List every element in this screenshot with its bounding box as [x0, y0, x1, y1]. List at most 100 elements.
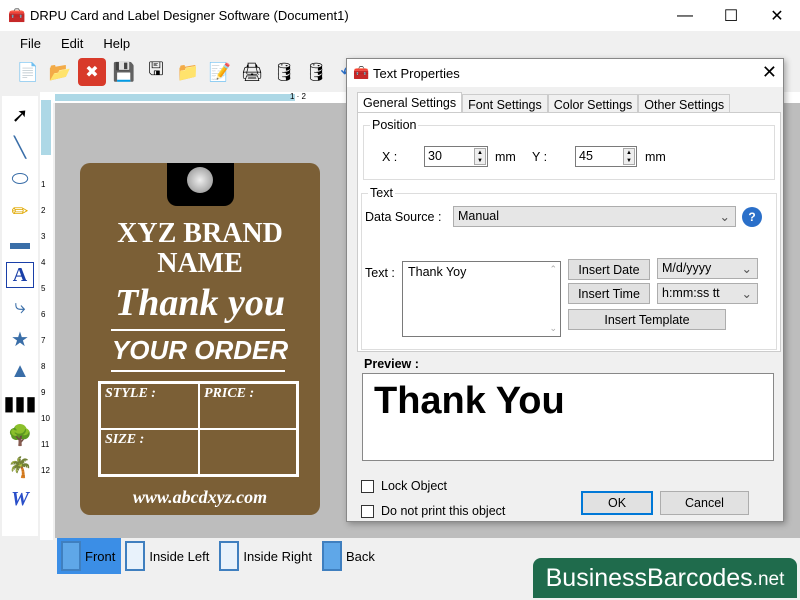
- curve-icon[interactable]: ⤷: [6, 294, 34, 320]
- book-open-icon: [219, 541, 240, 571]
- lock-object-checkbox[interactable]: Lock Object: [361, 479, 447, 493]
- do-not-print-checkbox[interactable]: Do not print this object: [361, 504, 505, 518]
- page-tab-back[interactable]: Back: [318, 538, 381, 574]
- divider: [111, 370, 285, 372]
- spinner-arrows-icon: ▲ ▼: [623, 148, 635, 165]
- chevron-down-icon: ⌄: [741, 287, 752, 301]
- dialog-close-button[interactable]: ✕: [762, 62, 777, 83]
- close-icon[interactable]: ✖: [78, 58, 106, 86]
- maximize-button[interactable]: ☐: [708, 0, 754, 31]
- page-tab-inside-right[interactable]: Inside Right: [215, 538, 318, 574]
- ellipse-icon[interactable]: ⬭: [6, 166, 34, 192]
- ok-button[interactable]: OK: [581, 491, 653, 515]
- database-icon[interactable]: 🛢: [302, 58, 330, 86]
- text-group: Text Data Source : Manual ⌄ ? Text : Than…: [361, 186, 777, 350]
- time-format-select[interactable]: h:mm:ss tt ⌄: [657, 283, 758, 304]
- book-open-icon: [125, 541, 146, 571]
- y-label: Y :: [532, 150, 548, 164]
- line-icon[interactable]: ╲: [6, 134, 34, 160]
- insert-time-button[interactable]: Insert Time: [568, 283, 650, 304]
- website-text[interactable]: www.abcdxyz.com: [80, 487, 320, 508]
- page-tab-inside-left[interactable]: Inside Left: [121, 538, 215, 574]
- position-group: Position X : 30 ▲ ▼ mm Y : 45 ▲ ▼ mm: [363, 118, 775, 180]
- minimize-button[interactable]: —: [662, 0, 708, 31]
- menu-file[interactable]: File: [20, 36, 41, 51]
- help-icon[interactable]: ?: [742, 207, 762, 227]
- page-front-icon: [61, 541, 81, 571]
- save-icon[interactable]: 💾: [110, 58, 138, 86]
- ruler-tick: 6: [41, 310, 46, 319]
- page-label: Inside Right: [243, 548, 312, 564]
- dialog-title-bar: 🧰 Text Properties ✕: [347, 59, 783, 87]
- wordart-icon[interactable]: W: [6, 486, 34, 512]
- page-label: Front: [85, 548, 116, 564]
- x-unit: mm: [495, 150, 516, 164]
- export-icon[interactable]: 📁: [174, 58, 202, 86]
- chevron-down-icon: ⌄: [741, 262, 752, 276]
- text-input[interactable]: Thank Yoy ⌃ ⌄: [402, 261, 561, 337]
- insert-template-button[interactable]: Insert Template: [568, 309, 726, 330]
- text-icon[interactable]: A: [6, 262, 34, 288]
- cancel-button[interactable]: Cancel: [660, 491, 749, 515]
- brand-line-1[interactable]: XYZ BRAND: [80, 219, 320, 249]
- x-spinner[interactable]: 30 ▲ ▼: [424, 146, 488, 167]
- insert-date-button[interactable]: Insert Date: [568, 259, 650, 280]
- scroll-up-icon: ⌃: [549, 264, 557, 274]
- watermark-logo: BusinessBarcodes .net: [533, 558, 797, 598]
- menu-help[interactable]: Help: [103, 36, 130, 51]
- edit-icon[interactable]: 📝: [206, 58, 234, 86]
- rectangle-icon[interactable]: ▬: [6, 230, 34, 256]
- title-bar: 🧰 DRPU Card and Label Designer Software …: [0, 0, 800, 31]
- ruler-tick: 9: [41, 388, 46, 397]
- chevron-down-icon: ⌄: [719, 210, 730, 224]
- data-source-select[interactable]: Manual ⌄: [453, 206, 736, 227]
- select-move-icon[interactable]: ➚: [6, 102, 34, 128]
- barcode-icon[interactable]: ▮▮▮: [3, 390, 36, 416]
- page-back-icon: [322, 541, 342, 571]
- ruler-tick: 12: [41, 466, 50, 475]
- ruler-tick: 10: [41, 414, 50, 423]
- print-icon[interactable]: 🖨: [238, 58, 266, 86]
- close-window-button[interactable]: ✕: [754, 0, 800, 31]
- text-label: Text :: [365, 266, 395, 280]
- page-tab-front[interactable]: Front: [57, 538, 122, 574]
- ruler-label: 1 · 2: [290, 92, 307, 101]
- empty-cell: [199, 429, 297, 475]
- date-format-select[interactable]: M/d/yyyy ⌄: [657, 258, 758, 279]
- vertical-ruler: 1 2 3 4 5 6 7 8 9 10 11 12: [40, 100, 53, 540]
- style-cell[interactable]: STYLE :: [100, 383, 199, 429]
- triangle-icon[interactable]: ▲: [6, 358, 34, 384]
- size-cell[interactable]: SIZE :: [100, 429, 199, 475]
- data-source-label: Data Source :: [365, 210, 442, 224]
- position-legend: Position: [372, 118, 417, 132]
- pencil-icon[interactable]: ✏: [6, 198, 34, 224]
- preview-box: Thank You: [362, 373, 774, 461]
- thank-you-text[interactable]: Thank you: [80, 281, 320, 325]
- divider: [111, 329, 285, 331]
- scroll-down-icon: ⌄: [549, 323, 557, 333]
- ruler-tick: 1: [41, 180, 46, 189]
- brand-line-2[interactable]: NAME: [80, 249, 320, 279]
- preview-label: Preview :: [364, 357, 419, 371]
- y-spinner[interactable]: 45 ▲ ▼: [575, 146, 637, 167]
- your-order-text[interactable]: YOUR ORDER: [80, 335, 320, 366]
- star-icon[interactable]: ★: [6, 326, 34, 352]
- image-icon[interactable]: 🌳: [6, 422, 34, 448]
- open-icon[interactable]: 📂: [46, 58, 74, 86]
- dialog-title: Text Properties: [373, 65, 460, 81]
- ruler-tick: 4: [41, 258, 46, 267]
- price-cell[interactable]: PRICE :: [199, 383, 297, 429]
- save-as-icon[interactable]: 🖫: [142, 58, 170, 86]
- image-library-icon[interactable]: 🌴: [6, 454, 34, 480]
- page-label: Inside Left: [149, 548, 210, 564]
- ruler-tick: 7: [41, 336, 46, 345]
- ruler-tick: 8: [41, 362, 46, 371]
- page-label: Back: [346, 548, 375, 564]
- app-icon: 🧰: [8, 7, 26, 23]
- database-add-icon[interactable]: 🛢: [270, 58, 298, 86]
- spinner-arrows-icon: ▲ ▼: [474, 148, 486, 165]
- new-icon[interactable]: 📄: [14, 58, 42, 86]
- app-icon: 🧰: [353, 65, 370, 80]
- card-design[interactable]: XYZ BRAND NAME Thank you YOUR ORDER STYL…: [80, 163, 320, 515]
- menu-edit[interactable]: Edit: [61, 36, 83, 51]
